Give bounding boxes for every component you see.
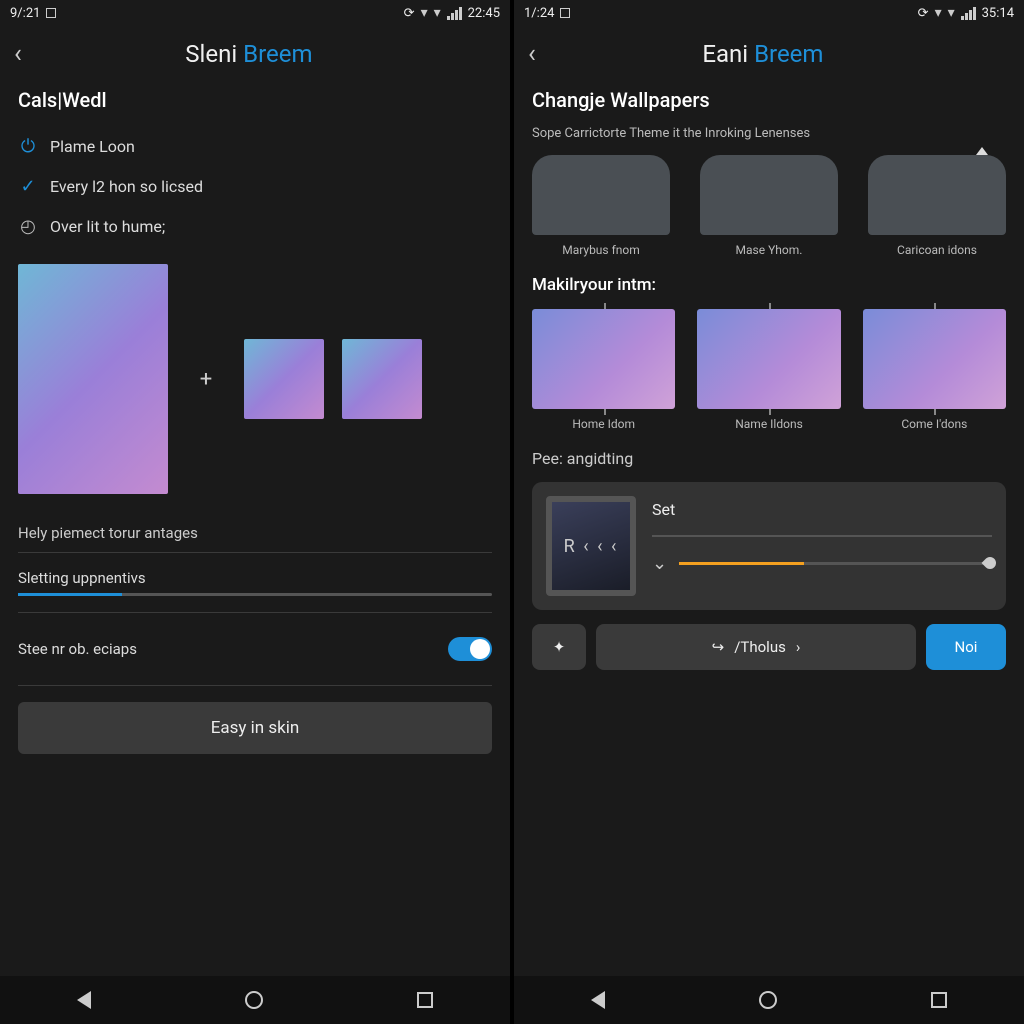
chevron-right-icon: › [796,638,801,656]
pee-heading: Pee: angidting [532,449,1006,468]
theme-shape-icon [700,155,838,235]
wifi-icon: ▾ [421,5,428,21]
option-plame-loon[interactable]: ⏻ Plame Loon [18,126,492,166]
divider [18,612,492,613]
android-navbar [514,976,1024,1024]
slider-thumb-icon [982,555,999,572]
gradient-option-1[interactable]: Home Idom [532,309,675,431]
app-indicator-icon [560,8,570,18]
android-navbar [0,976,510,1024]
settings-button[interactable]: ✦ [532,624,586,670]
progress-bar [18,593,492,596]
wallpaper-preview-row: + [18,264,492,494]
status-clock: 35:14 [982,6,1014,21]
nav-back-icon[interactable] [77,991,91,1009]
divider [18,552,492,553]
tholus-button[interactable]: ↪ /Tholus › [596,624,916,670]
gradient-row: Home Idom Name Ildons Come I'dons [532,309,1006,431]
make-heading: Makilryour intm: [532,275,1006,295]
back-icon[interactable]: ‹ [528,41,536,67]
phone-screen-left: 9/:21 ⟳ ▾ ▾ 22:45 ‹ Sleni Breem Cals|Wed… [0,0,510,1024]
check-icon: ✓ [18,176,38,196]
option-over-lit[interactable]: ◴ Over lit to hume; [18,206,492,246]
wifi-icon: ▾ [935,5,942,21]
cell-signal-icon [447,7,462,20]
divider [652,535,992,537]
wallpaper-preview-small-2[interactable] [342,339,422,419]
theme-shape-icon [532,155,670,235]
nav-home-icon[interactable] [759,991,777,1009]
theme-option-1[interactable]: Marybus fnom [532,155,670,257]
status-bar: 9/:21 ⟳ ▾ ▾ 22:45 [0,0,510,26]
back-icon[interactable]: ‹ [14,41,22,67]
sync-icon: ⟳ [918,6,929,21]
status-bar: 1/:24 ⟳ ▾ ▾ 35:14 [514,0,1024,26]
gradient-option-3[interactable]: Come I'dons [863,309,1006,431]
chevron-down-icon[interactable]: ⌄ [652,553,667,574]
toggle-setting[interactable]: Stee nr ob. eciaps [18,623,492,675]
set-label: Set [652,500,992,519]
page-title: Eani Breem [556,40,970,68]
section-heading: Cals|Wedl [18,88,492,112]
cell-signal-icon [961,7,976,20]
slider-control[interactable]: ⌄ [652,553,992,574]
section-subtitle: Sope Carrictorte Theme it the Inroking L… [532,126,1006,141]
wallpaper-preview-large[interactable] [18,264,168,494]
header: ‹ Eani Breem [514,26,1024,76]
nav-recent-icon[interactable] [931,992,947,1008]
header: ‹ Sleni Breem [0,26,510,76]
page-title: Sleni Breem [42,40,456,68]
gear-icon: ✦ [553,638,566,656]
gradient-preview [532,309,675,409]
settings-card: R ‹ ‹ ‹ Set ⌄ [532,482,1006,610]
status-clock: 22:45 [468,6,500,21]
theme-option-2[interactable]: Mase Yhom. [700,155,838,257]
theme-shape-row: Marybus fnom Mase Yhom. Caricoan idons [532,155,1006,257]
slider-track[interactable] [679,562,992,565]
option-every-hon[interactable]: ✓ Every l2 hon so licsed [18,166,492,206]
app-indicator-icon [46,8,56,18]
preview-thumbnail[interactable]: R ‹ ‹ ‹ [546,496,636,596]
wallpaper-preview-small-1[interactable] [244,339,324,419]
sync-icon: ⟳ [404,6,415,21]
clock-icon: ◴ [18,216,38,236]
section-heading: Changje Wallpapers [532,88,1006,112]
gradient-option-2[interactable]: Name Ildons [697,309,840,431]
footer-button-row: ✦ ↪ /Tholus › Noi [532,624,1006,670]
nav-back-icon[interactable] [591,991,605,1009]
status-time-left: 1/:24 [524,6,554,21]
theme-option-3[interactable]: Caricoan idons [868,155,1006,257]
toggle-switch[interactable] [448,637,492,661]
divider [18,685,492,686]
gradient-preview [697,309,840,409]
phone-screen-right: 1/:24 ⟳ ▾ ▾ 35:14 ‹ Eani Breem Changje W… [514,0,1024,1024]
hint-text: Hely piemect torur antages [18,524,492,542]
nav-home-icon[interactable] [245,991,263,1009]
gradient-preview [863,309,1006,409]
status-time-left: 9/:21 [10,6,40,21]
nav-recent-icon[interactable] [417,992,433,1008]
easy-skin-button[interactable]: Easy in skin [18,702,492,754]
arrow-icon: ↪ [712,638,725,656]
progress-setting[interactable]: Sletting uppnentivs [18,569,492,596]
power-icon: ⏻ [18,136,38,156]
wifi-icon-2: ▾ [434,5,441,21]
theme-shape-icon [868,155,1006,235]
add-wallpaper-button[interactable]: + [186,359,226,399]
wifi-icon-2: ▾ [948,5,955,21]
noi-button[interactable]: Noi [926,624,1006,670]
